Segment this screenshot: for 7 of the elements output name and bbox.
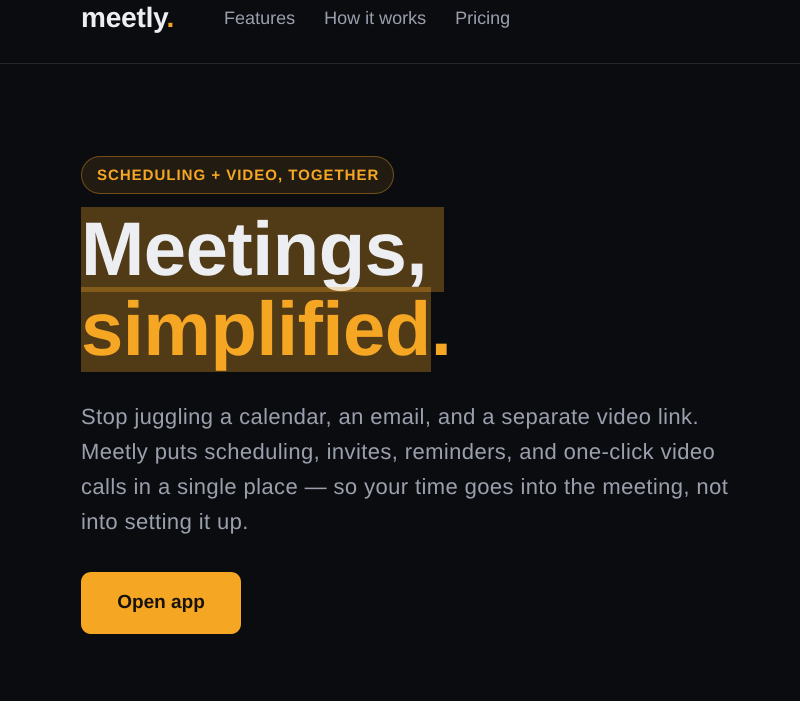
open-app-button[interactable]: Open app (81, 572, 241, 634)
nav-link[interactable]: Pricing (455, 0, 510, 36)
nav-link[interactable]: How it works (324, 0, 426, 36)
tagline-badge: SCHEDULING + VIDEO, TOGETHER (81, 156, 394, 194)
hero-description: Stop juggling a calendar, an email, and a separate video link. Meetly puts scheduling, invites, reminders, and one-click video calls in a single place — so your time goes into the meeting, not into setting it up. (81, 403, 730, 536)
nav-link[interactable]: Features (224, 0, 296, 36)
logo[interactable]: meetly. (81, 0, 174, 36)
